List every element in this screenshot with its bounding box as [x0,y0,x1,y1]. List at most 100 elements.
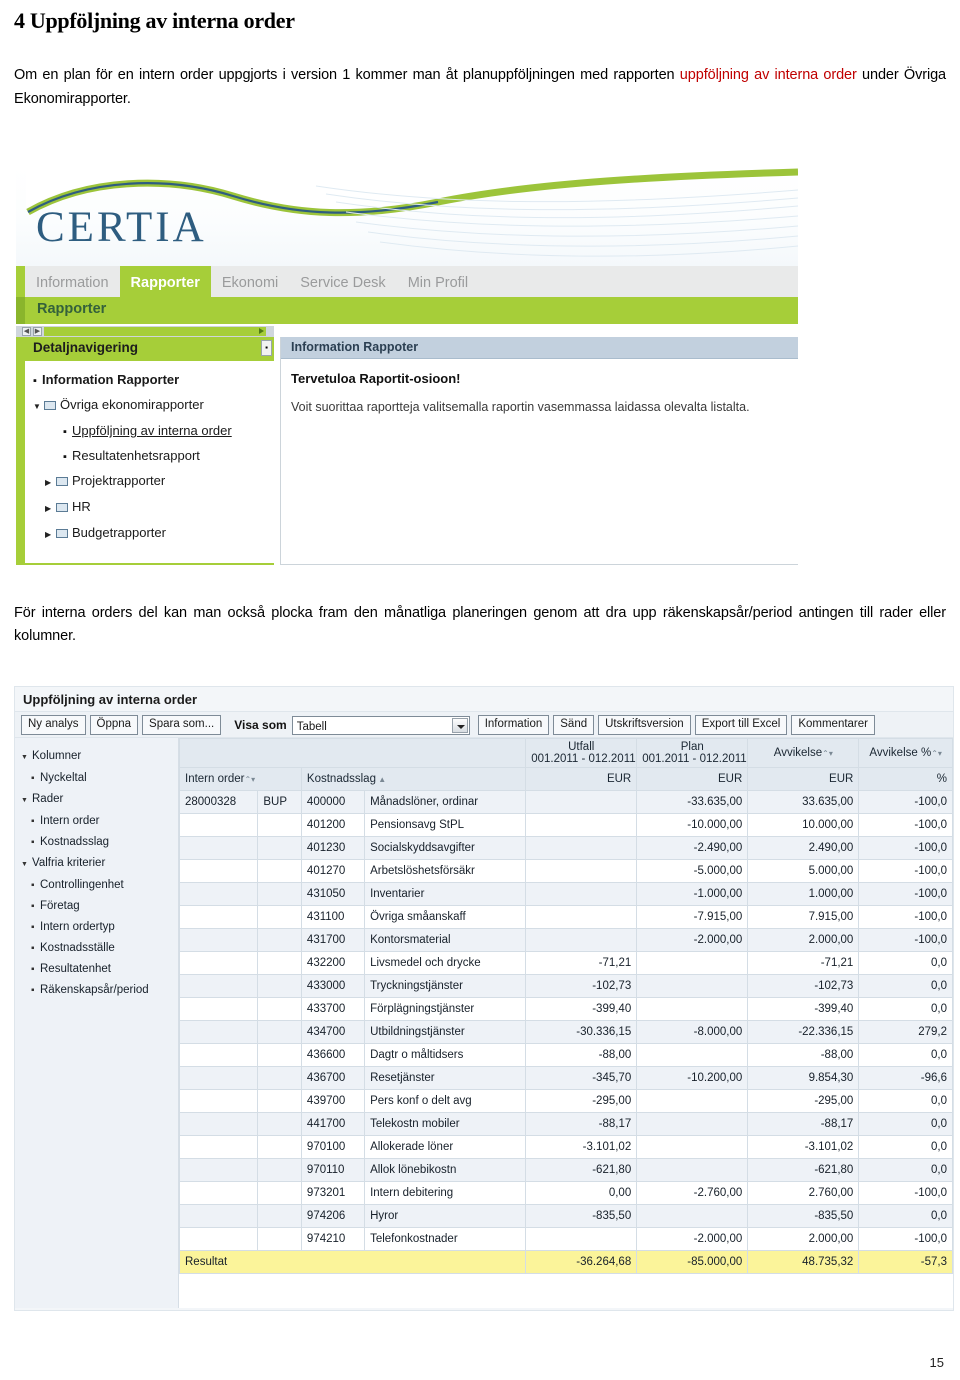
side-tree-item-kostnadsslag[interactable]: ▪ Kostnadsslag [21,832,178,853]
send-button[interactable]: Sänd [553,715,595,735]
sort-asc-icon[interactable]: ▲ [376,775,386,784]
table-row: 974206 Hyror -835,50 -835,50 0,0 [179,1204,953,1228]
save-as-button[interactable]: Spara som... [142,715,222,735]
bullet-icon: ▪ [31,816,35,827]
cell-plan: -10.200,00 [636,1066,749,1090]
cell-description: Tryckningstjänster [364,974,527,998]
report-body: ▼ Kolumner ▪ Nyckeltal ▼ Rader ▪ Intern orde… [15,738,953,1308]
header-intern-order[interactable]: Intern order⌃▾ [179,767,302,791]
information-button[interactable]: Information [477,715,550,735]
cell-utfall: -399,40 [525,997,638,1021]
table-row: 439700 Pers konf o delt avg -295,00 -295,00… [179,1089,953,1113]
cell-avvikelse: 2.760,00 [747,1181,860,1205]
cell-description: Telekostn mobiler [364,1112,527,1136]
subbar-label: Rapporter [37,301,107,317]
bullet-icon: ▪ [31,964,35,975]
cell-kostnadsslag: 436600 [300,1043,366,1067]
tree-item-resultatenhetsrapport[interactable]: ▪ Resultatenhetsrapport [29,444,274,469]
side-tree-item-kostnadsstalle[interactable]: ▪ Kostnadsställe [21,938,178,959]
cell-utfall: 0,00 [525,1181,638,1205]
cell-plan: -2.490,00 [636,836,749,860]
cell-plan [636,1112,749,1136]
navpane-collapse-icon[interactable]: ▪ [261,340,272,356]
tree-item-uppfoljning-av-interna-order[interactable]: ▪ Uppföljning av interna order [29,419,274,444]
side-tree-item-kolumner[interactable]: ▼ Kolumner [21,746,178,768]
page-number: 15 [929,1355,944,1370]
header-avvikelse-label: Avvikelse [773,747,823,759]
tree-item-hr[interactable]: ▶ HR [29,495,274,521]
header-avvikelse-pct[interactable]: Avvikelse %⌃▾ [858,738,953,768]
header-plan[interactable]: Plan 001.2011 - 012.2011⌃▾ [636,738,749,768]
header-kostnadsslag[interactable]: Kostnadsslag ▲ [300,767,527,791]
show-as-select[interactable]: Tabell [291,715,470,735]
scroll-right-icon[interactable]: ▶ [33,327,42,336]
cell-bup [257,1204,302,1228]
side-tree-item-intern-ordertyp[interactable]: ▪ Intern ordertyp [21,917,178,938]
chevron-down-icon[interactable]: ▼ [21,791,32,811]
sort-icon[interactable]: ⌃▾ [822,749,833,758]
information-pane: Information Rappoter Tervetuloa Raportit… [280,337,798,565]
cell-plan: -8.000,00 [636,1020,749,1044]
chevron-down-icon[interactable]: ▼ [21,855,32,875]
chevron-right-icon[interactable]: ▶ [45,523,56,547]
sort-icon[interactable]: ⌃▾ [244,775,255,784]
nav-item-rapporter[interactable]: Rapporter [119,266,211,297]
cell-avvikelse: 7.915,00 [747,905,860,929]
new-analysis-button[interactable]: Ny analys [21,715,86,735]
open-button[interactable]: Öppna [89,715,139,735]
print-version-button[interactable]: Utskriftsversion [598,715,691,735]
table-header-row-groups: Utfall 001.2011 - 012.2011⌃▾ Plan 001.20… [179,738,953,768]
scroll-track[interactable] [44,327,266,336]
paragraph-2: För interna orders del kan man också plo… [14,605,946,645]
header-plan-unit: EUR [636,767,749,791]
cell-utfall: -621,80 [525,1158,638,1182]
tree-item-projektrapporter[interactable]: ▶ Projektrapporter [29,469,274,495]
tree-item-label: Uppföljning av interna order [72,423,232,438]
table-body: 28000328 BUP 400000 Månadslöner, ordinar -33… [179,790,953,1251]
side-tree-item-intern-order[interactable]: ▪ Intern order [21,811,178,832]
nav-item-information[interactable]: Information [25,266,120,297]
side-tree-item-foretag[interactable]: ▪ Företag [21,896,178,917]
side-tree-item-rakenskapsar-period[interactable]: ▪ Räkenskapsår/period [21,980,178,1001]
nav-item-service-desk[interactable]: Service Desk [289,266,396,297]
nav-item-min-profil[interactable]: Min Profil [397,266,479,297]
chevron-down-icon[interactable] [451,717,468,733]
navpane-title: Detaljnavigering [33,340,139,355]
tree-item-information-rapporter[interactable]: ▪ Information Rapporter [29,368,274,393]
tree-item-label: Övriga ekonomirapporter [60,397,204,412]
cell-avvikelse: -621,80 [747,1158,860,1182]
cell-bup [257,1158,302,1182]
side-tree-item-rader[interactable]: ▼ Rader [21,789,178,811]
chevron-down-icon[interactable]: ▼ [33,395,44,419]
nav-item-ekonomi[interactable]: Ekonomi [211,266,289,297]
cell-kostnadsslag: 431100 [300,905,366,929]
export-excel-button[interactable]: Export till Excel [694,715,788,735]
side-tree-item-nyckeltal[interactable]: ▪ Nyckeltal [21,768,178,789]
report-table: Utfall 001.2011 - 012.2011⌃▾ Plan 001.20… [179,738,953,1274]
chevron-down-icon[interactable]: ▼ [21,748,32,768]
side-tree-item-valfria-kriterier[interactable]: ▼ Valfria kriterier [21,853,178,875]
comments-button[interactable]: Kommentarer [791,715,875,735]
total-label: Resultat [179,1250,527,1274]
cell-avvikelse-pct: -100,0 [858,813,953,837]
navpane-scrollstrip[interactable]: ◀ ▶ [16,326,274,337]
sort-icon[interactable]: ⌃▾ [931,749,942,758]
cell-avvikelse: -3.101,02 [747,1135,860,1159]
cell-kostnadsslag: 400000 [300,790,366,814]
cell-kostnadsslag: 432200 [300,951,366,975]
cell-description: Allokerade löner [364,1135,527,1159]
cell-bup [257,1181,302,1205]
header-utfall[interactable]: Utfall 001.2011 - 012.2011⌃▾ [525,738,638,768]
cell-avvikelse-pct: 0,0 [858,1204,953,1228]
side-tree-item-resultatenhet[interactable]: ▪ Resultatenhet [21,959,178,980]
header-avvikelse[interactable]: Avvikelse⌃▾ [747,738,860,768]
cell-description: Pers konf o delt avg [364,1089,527,1113]
scroll-left-icon[interactable]: ◀ [22,327,31,336]
side-tree-item-controllingenhet[interactable]: ▪ Controllingenhet [21,875,178,896]
header-avvikelse-unit: EUR [747,767,860,791]
tree-item-budgetrapporter[interactable]: ▶ Budgetrapporter [29,521,274,547]
chevron-right-icon[interactable]: ▶ [45,497,56,521]
chevron-right-icon[interactable]: ▶ [45,471,56,495]
tree-item-label: Information Rapporter [42,372,180,387]
tree-item-ovriga-ekonomirapporter[interactable]: ▼ Övriga ekonomirapporter [29,393,274,419]
